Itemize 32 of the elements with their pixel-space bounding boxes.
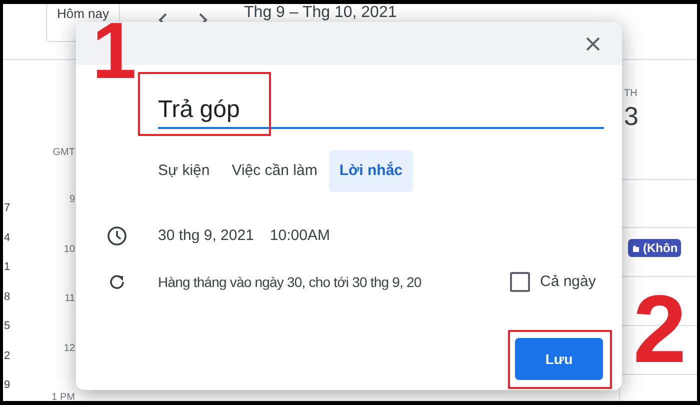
recurrence-text[interactable]: Hàng tháng vào ngày 30, cho tới 30 thg 9, 20	[158, 272, 496, 292]
type-tab[interactable]: Việc cần làm	[222, 150, 328, 192]
all-day-checkbox[interactable]	[510, 272, 530, 292]
step-number: 1	[92, 20, 136, 82]
clock-icon	[107, 226, 127, 246]
hour-label: 11	[64, 292, 75, 306]
type-tab[interactable]: Sự kiện	[148, 150, 220, 192]
save-button[interactable]: Lưu	[515, 338, 603, 380]
time-text[interactable]: 10:00AM	[270, 224, 330, 248]
mini-calendar-day[interactable]: 2	[4, 348, 17, 364]
all-day-label[interactable]: Cả ngày	[540, 270, 596, 294]
date-range-title: Thg 9 – Thg 10, 2021	[244, 4, 397, 22]
mini-calendar-day[interactable]: 8	[4, 288, 17, 304]
step-number: 2	[633, 280, 686, 380]
event-chip[interactable]: (Khôn	[628, 239, 681, 257]
timezone-label: GMT	[52, 146, 75, 160]
hour-label: 12	[64, 342, 75, 356]
mini-calendar-day[interactable]: 5	[4, 318, 17, 334]
date-text[interactable]: 30 thg 9, 2021	[158, 224, 254, 248]
day-number[interactable]: 3	[624, 101, 697, 131]
close-icon[interactable]	[586, 36, 600, 50]
mini-calendar-day[interactable]: 4	[4, 230, 17, 246]
title-field[interactable]: Trả góp	[158, 92, 604, 128]
repeat-icon	[108, 273, 126, 291]
mini-calendar-day[interactable]: 1	[4, 259, 17, 275]
hour-label: 10	[64, 242, 75, 256]
type-tab[interactable]: Lời nhắc	[329, 150, 413, 192]
mini-calendar-day[interactable]: 7	[4, 200, 17, 216]
mini-calendar-day[interactable]: 9	[4, 377, 17, 393]
weekday-label: TH	[624, 87, 638, 101]
hour-label: 1 PM	[52, 391, 75, 401]
hour-label: 9	[69, 193, 75, 207]
